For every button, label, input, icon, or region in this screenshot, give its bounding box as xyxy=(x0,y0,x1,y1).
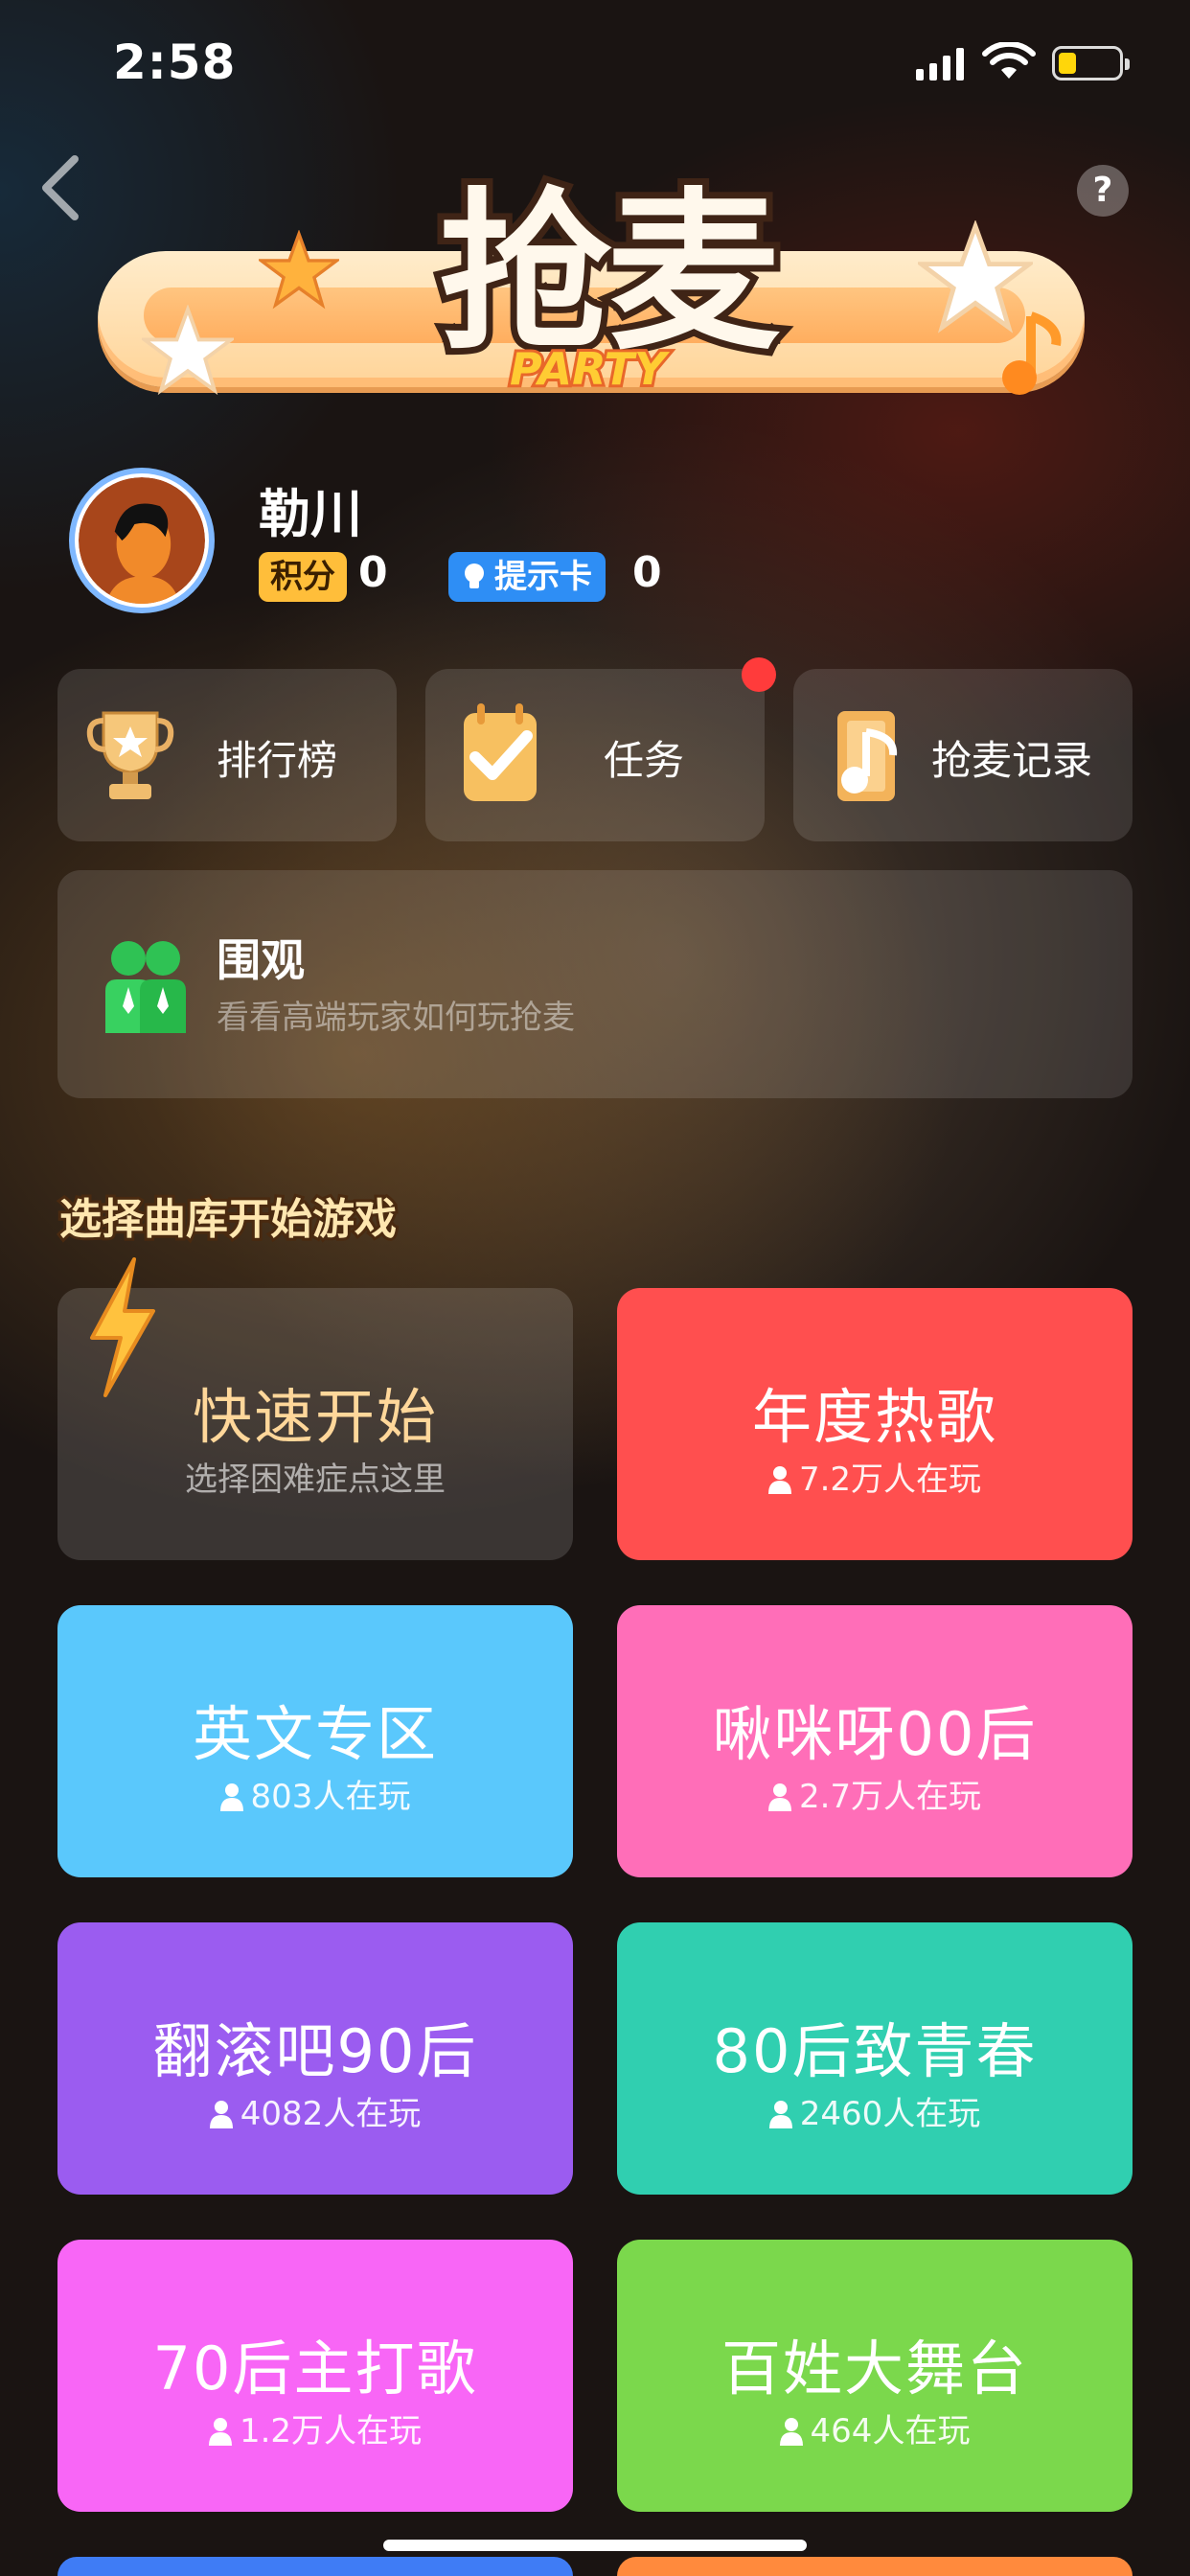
tile-title: 70后主打歌 xyxy=(152,2334,478,2404)
star-icon xyxy=(142,305,234,396)
people-icon xyxy=(105,941,186,1033)
player-count: 1.2万人在玩 xyxy=(239,2412,423,2450)
notification-dot xyxy=(742,657,776,692)
player-count: 7.2万人在玩 xyxy=(798,1460,982,1499)
player-count: 803人在玩 xyxy=(250,1778,411,1816)
tile-title: 翻滚吧90后 xyxy=(152,2016,478,2086)
player-count: 4082人在玩 xyxy=(240,2095,422,2133)
section-title: 选择曲库开始游戏 xyxy=(57,1192,400,1247)
person-icon xyxy=(209,2101,233,2128)
tasks-button[interactable]: 任务 xyxy=(425,669,765,841)
person-icon xyxy=(767,1466,791,1494)
library-tile[interactable]: 80后致青春 2460人在玩 xyxy=(617,1922,1133,2195)
wifi-icon xyxy=(982,42,1036,79)
leaderboard-button[interactable]: 排行榜 xyxy=(57,669,397,841)
tile-title: 英文专区 xyxy=(192,1699,438,1769)
record-icon xyxy=(837,711,898,801)
library-tile[interactable]: 年度热歌 7.2万人在玩 xyxy=(617,1288,1133,1560)
points-badge: 积分 xyxy=(259,552,347,602)
spectate-subtitle: 看看高端玩家如何玩抢麦 xyxy=(217,999,575,1037)
tile-title: 百姓大舞台 xyxy=(721,2334,1028,2404)
library-tile[interactable]: 翻滚吧90后 4082人在玩 xyxy=(57,1922,573,2195)
spectate-title: 围观 xyxy=(217,934,305,986)
grab-mic-records-label: 抢麦记录 xyxy=(931,737,1093,784)
spectate-card[interactable]: 围观 看看高端玩家如何玩抢麦 xyxy=(57,870,1133,1098)
trophy-icon xyxy=(86,711,174,799)
person-icon xyxy=(208,2418,232,2446)
library-tile[interactable]: 啾咪呀00后 2.7万人在玩 xyxy=(617,1605,1133,1877)
tile-title: 快速开始 xyxy=(192,1382,438,1452)
logo-title: 抢麦 xyxy=(432,173,787,374)
quick-start-tile[interactable]: 快速开始 选择困难症点这里 xyxy=(57,1257,573,1560)
tile-subtitle: 选择困难症点这里 xyxy=(185,1460,446,1499)
star-icon xyxy=(259,230,339,310)
tasks-label: 任务 xyxy=(604,737,685,784)
help-button[interactable]: ? xyxy=(1077,165,1129,217)
person-icon xyxy=(767,1783,791,1811)
music-note-icon xyxy=(1002,311,1062,395)
cellular-signal-icon xyxy=(916,46,966,80)
avatar[interactable] xyxy=(69,468,215,613)
battery-icon xyxy=(1052,46,1130,80)
status-time: 2:58 xyxy=(113,34,237,90)
library-tile[interactable]: 百姓大舞台 464人在玩 xyxy=(617,2240,1133,2512)
task-icon xyxy=(464,703,537,801)
logo-party-text: PARTY xyxy=(507,343,669,395)
person-icon xyxy=(768,2101,792,2128)
tile-title: 80后致青春 xyxy=(712,2016,1038,2086)
player-count: 2460人在玩 xyxy=(799,2095,981,2133)
hint-card-badge: 提示卡 xyxy=(448,552,606,602)
hint-card-value: 0 xyxy=(632,548,662,597)
tile-title: 啾咪呀00后 xyxy=(712,1699,1038,1769)
library-tile[interactable]: 70后主打歌 1.2万人在玩 xyxy=(57,2240,573,2512)
leaderboard-label: 排行榜 xyxy=(217,737,338,784)
grab-mic-records-button[interactable]: 抢麦记录 xyxy=(793,669,1133,841)
person-icon xyxy=(219,1783,243,1811)
library-tile-partial[interactable] xyxy=(57,2557,573,2576)
player-count: 464人在玩 xyxy=(810,2412,971,2450)
lightbulb-icon xyxy=(465,564,484,588)
home-indicator[interactable] xyxy=(383,2540,807,2551)
points-value: 0 xyxy=(358,548,388,597)
tile-title: 年度热歌 xyxy=(751,1382,997,1452)
library-tile-partial[interactable] xyxy=(617,2557,1133,2576)
username: 勒川 xyxy=(259,484,362,544)
hint-card-label: 提示卡 xyxy=(494,558,592,596)
player-count: 2.7万人在玩 xyxy=(798,1778,982,1816)
library-tile[interactable]: 英文专区 803人在玩 xyxy=(57,1605,573,1877)
avatar-portrait-icon xyxy=(79,477,205,604)
back-button[interactable] xyxy=(36,153,84,222)
person-icon xyxy=(779,2418,803,2446)
